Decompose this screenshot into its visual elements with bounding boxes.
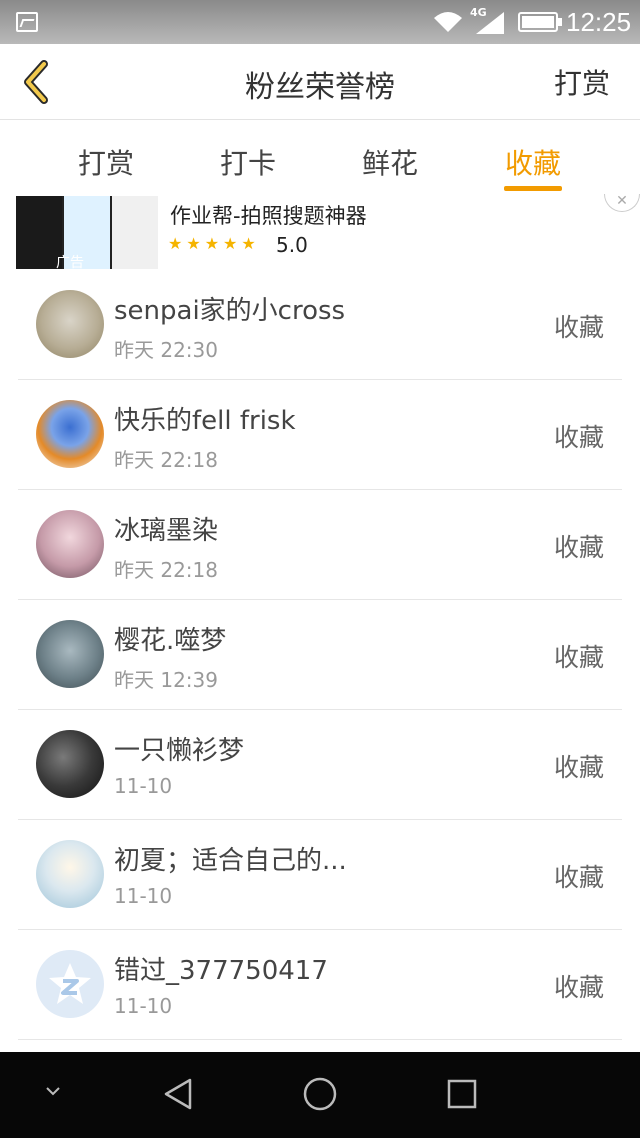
chevron-down-icon[interactable] xyxy=(44,1082,62,1100)
list-item[interactable]: 一只懒衫梦 11-10 收藏 xyxy=(18,710,622,820)
back-icon[interactable] xyxy=(160,1076,196,1112)
list-item[interactable]: 错过_377750417 11-10 收藏 xyxy=(18,930,622,1040)
wifi-icon xyxy=(434,12,462,32)
list-item[interactable]: 冰璃墨染 昨天 22:18 收藏 xyxy=(18,490,622,600)
tab-checkin[interactable]: 打卡 xyxy=(188,142,308,182)
recent-apps-icon[interactable] xyxy=(446,1078,478,1110)
timestamp: 11-10 xyxy=(114,884,173,908)
reward-button[interactable]: 打赏 xyxy=(554,62,610,102)
qq-zone-icon xyxy=(49,963,91,1004)
avatar xyxy=(36,510,104,578)
avatar xyxy=(36,730,104,798)
gallery-icon xyxy=(16,12,38,32)
collector-list: senpai家的小cross 昨天 22:30 收藏 快乐的fell frisk… xyxy=(18,270,622,1040)
list-item[interactable]: 初夏；适合自己的... 11-10 收藏 xyxy=(18,820,622,930)
collect-tag: 收藏 xyxy=(553,753,604,782)
ad-image[interactable]: 广告 xyxy=(16,196,158,269)
timestamp: 昨天 22:30 xyxy=(114,338,218,362)
collect-tag: 收藏 xyxy=(553,863,604,892)
user-name: senpai家的小cross xyxy=(114,296,346,326)
status-time: 12:25 xyxy=(566,7,632,37)
list-item[interactable]: 快乐的fell frisk 昨天 22:18 收藏 xyxy=(18,380,622,490)
user-name: 错过_377750417 xyxy=(114,956,328,986)
ad-rating: 5.0 xyxy=(276,233,308,257)
active-tab-indicator xyxy=(504,186,562,191)
collect-tag: 收藏 xyxy=(553,313,604,342)
avatar xyxy=(36,400,104,468)
signal-icon xyxy=(476,12,504,34)
timestamp: 11-10 xyxy=(114,994,173,1018)
status-bar: 4G 12:25 xyxy=(0,0,640,44)
list-item[interactable]: senpai家的小cross 昨天 22:30 收藏 xyxy=(18,270,622,380)
home-icon[interactable] xyxy=(302,1076,338,1112)
tab-flowers[interactable]: 鲜花 xyxy=(330,142,450,182)
ad-label: 广告 xyxy=(56,255,84,269)
list-item[interactable]: 樱花.噬梦 昨天 12:39 收藏 xyxy=(18,600,622,710)
collect-tag: 收藏 xyxy=(553,643,604,672)
user-name: 初夏；适合自己的... xyxy=(114,846,347,876)
collect-tag: 收藏 xyxy=(553,423,604,452)
avatar xyxy=(36,620,104,688)
avatar xyxy=(36,950,104,1018)
tab-collect[interactable]: 收藏 xyxy=(473,142,593,182)
avatar xyxy=(36,290,104,358)
user-name: 快乐的fell frisk xyxy=(114,406,296,436)
user-name: 冰璃墨染 xyxy=(114,516,219,546)
collect-tag: 收藏 xyxy=(553,533,604,562)
avatar xyxy=(36,840,104,908)
tab-bar: 打赏 打卡 鲜花 收藏 xyxy=(0,120,640,196)
user-name: 樱花.噬梦 xyxy=(114,626,227,656)
page-title: 粉丝荣誉榜 xyxy=(245,70,395,105)
timestamp: 11-10 xyxy=(114,774,173,798)
timestamp: 昨天 12:39 xyxy=(114,668,218,692)
tab-reward[interactable]: 打赏 xyxy=(46,142,166,182)
battery-icon xyxy=(518,12,562,32)
system-nav-bar xyxy=(0,1052,640,1138)
timestamp: 昨天 22:18 xyxy=(114,558,218,582)
user-name: 一只懒衫梦 xyxy=(114,736,245,766)
ad-title[interactable]: 作业帮-拍照搜题神器 xyxy=(170,200,367,230)
timestamp: 昨天 22:18 xyxy=(114,448,218,472)
star-rating-icon: ★★★★★ xyxy=(168,234,260,253)
collect-tag: 收藏 xyxy=(553,973,604,1002)
header: 粉丝荣誉榜 打赏 xyxy=(0,44,640,120)
